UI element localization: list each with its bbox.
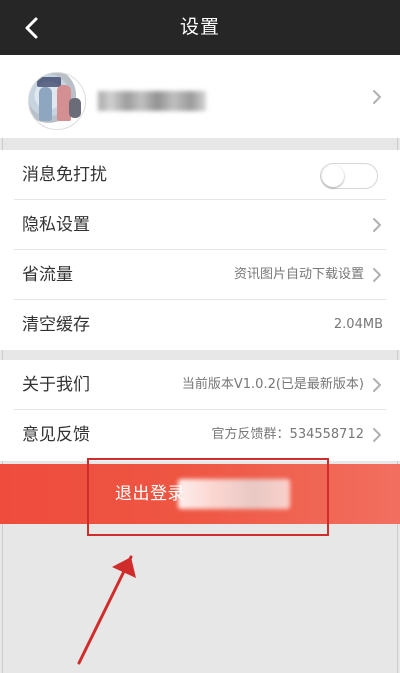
chevron-right-icon xyxy=(373,268,381,282)
cache-size-value: 2.04MB xyxy=(333,317,383,332)
settings-row-label: 省流量 xyxy=(22,265,73,285)
chevron-right-icon xyxy=(373,90,381,104)
settings-row-label: 消息免打扰 xyxy=(22,165,107,185)
settings-row-data-saver[interactable]: 省流量 资讯图片自动下载设置 xyxy=(0,250,400,300)
chevron-right-icon xyxy=(373,378,381,392)
avatar[interactable] xyxy=(28,72,86,130)
settings-row-feedback[interactable]: 意见反馈 官方反馈群：534558712 xyxy=(0,410,400,460)
chevron-right-icon xyxy=(373,428,381,442)
feedback-group-value: 官方反馈群：534558712 xyxy=(211,427,364,442)
avatar-image-detail xyxy=(39,87,52,121)
settings-row-value: 资讯图片自动下载设置 xyxy=(233,267,364,282)
version-value: 当前版本V1.0.2(已是最新版本) xyxy=(181,377,364,392)
settings-row-label: 隐私设置 xyxy=(22,215,90,235)
chevron-right-icon xyxy=(373,218,381,232)
annotation-highlight-box xyxy=(87,458,329,536)
settings-row-label: 清空缓存 xyxy=(22,315,90,335)
settings-group-info: 关于我们 当前版本V1.0.2(已是最新版本) 意见反馈 官方反馈群：53455… xyxy=(0,360,400,461)
avatar-image-detail xyxy=(69,98,81,118)
settings-row-privacy[interactable]: 隐私设置 xyxy=(0,200,400,250)
annotation-arrow-icon xyxy=(77,555,136,665)
top-bar: 设置 xyxy=(0,0,400,55)
settings-row-do-not-disturb[interactable]: 消息免打扰 xyxy=(0,150,400,200)
blurred-username xyxy=(98,91,206,111)
settings-row-label: 关于我们 xyxy=(22,375,90,395)
toggle-knob xyxy=(322,165,344,187)
profile-section[interactable] xyxy=(0,55,400,138)
settings-row-label: 意见反馈 xyxy=(22,425,90,445)
settings-row-clear-cache[interactable]: 清空缓存 2.04MB xyxy=(0,300,400,350)
do-not-disturb-toggle[interactable] xyxy=(320,163,378,189)
settings-row-about[interactable]: 关于我们 当前版本V1.0.2(已是最新版本) xyxy=(0,360,400,410)
settings-group-primary: 消息免打扰 隐私设置 省流量 资讯图片自动下载设置 清空缓存 2.04MB xyxy=(0,150,400,350)
avatar-image-detail xyxy=(37,77,61,87)
page-title: 设置 xyxy=(179,16,220,38)
